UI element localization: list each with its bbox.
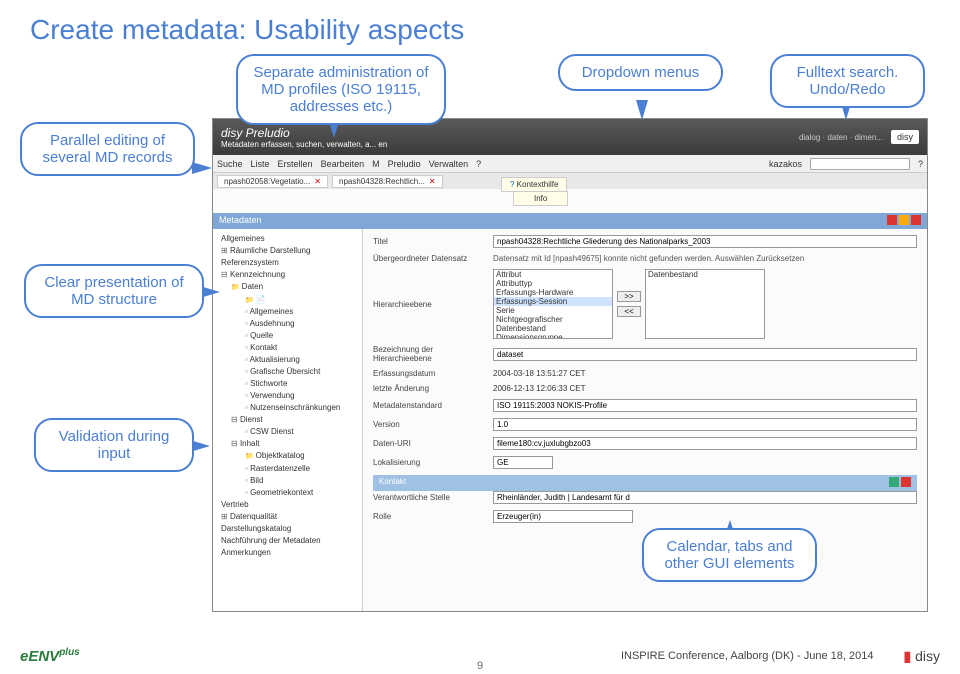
tree-node[interactable]: Bild bbox=[217, 475, 358, 487]
tree-node[interactable]: Grafische Übersicht bbox=[217, 366, 358, 378]
eenvplus-logo: eENVplus bbox=[20, 647, 80, 665]
label: Hierarchieebene bbox=[373, 300, 493, 309]
tree-node[interactable]: Dienst bbox=[217, 414, 358, 426]
menu-item[interactable]: M bbox=[372, 159, 380, 169]
callout-calendar: Calendar, tabs and other GUI elements bbox=[642, 528, 817, 582]
tab-bar: npash02058:Vegetatio...✕ npash04328:Rech… bbox=[213, 173, 927, 189]
tree-node[interactable]: Referenzsystem bbox=[217, 257, 358, 269]
tree-node[interactable]: Kontakt bbox=[217, 342, 358, 354]
app-tagline: dialog · daten · dimen... bbox=[799, 133, 883, 142]
tree-node[interactable]: Aktualisierung bbox=[217, 354, 358, 366]
callout-dropdown: Dropdown menus bbox=[558, 54, 723, 91]
tooltip-help: ? Kontexthilfe bbox=[501, 177, 567, 192]
pointer bbox=[192, 162, 212, 174]
menu-help-icon[interactable]: ? bbox=[476, 159, 481, 169]
tree-node[interactable]: Ausdehnung bbox=[217, 318, 358, 330]
designation-input[interactable] bbox=[493, 348, 917, 361]
title-input[interactable] bbox=[493, 235, 917, 248]
close-icon[interactable]: ✕ bbox=[429, 177, 436, 186]
toolbar-icons[interactable] bbox=[885, 215, 921, 227]
tab[interactable]: npash04328:Rechtlich...✕ bbox=[332, 175, 443, 188]
menubar: Suche Liste Erstellen Bearbeiten M Prelu… bbox=[213, 155, 927, 173]
menu-item[interactable]: Liste bbox=[251, 159, 270, 169]
section-header: Metadaten bbox=[213, 213, 927, 229]
tree-node[interactable]: Vertrieb bbox=[217, 499, 358, 511]
app-screenshot: disy Preludio Metadaten erfassen, suchen… bbox=[212, 118, 928, 612]
value: 2004-03-18 13:51:27 CET bbox=[493, 369, 917, 378]
tree-node[interactable]: Datenqualität bbox=[217, 511, 358, 523]
label: Rolle bbox=[373, 512, 493, 521]
tree-node[interactable]: Kennzeichnung bbox=[217, 269, 358, 281]
tree-node[interactable]: Räumliche Darstellung bbox=[217, 245, 358, 257]
app-subtitle: Metadaten erfassen, suchen, verwalten, a… bbox=[221, 140, 387, 149]
tree-node[interactable]: Darstellungskatalog bbox=[217, 523, 358, 535]
label: Erfassungsdatum bbox=[373, 369, 493, 378]
menu-item[interactable]: Bearbeiten bbox=[321, 159, 365, 169]
app-name: disy Preludio bbox=[221, 126, 387, 140]
lok-input[interactable] bbox=[493, 456, 553, 469]
callout-fulltext: Fulltext search. Undo/Redo bbox=[770, 54, 925, 108]
tree-node[interactable]: CSW Dienst bbox=[217, 426, 358, 438]
note: Datensatz mit Id [npash49675] konnte nic… bbox=[493, 254, 917, 263]
slide-title: Create metadata: Usability aspects bbox=[0, 0, 960, 52]
disy-logo: ▮ disy bbox=[903, 648, 940, 665]
tree-node[interactable]: Daten bbox=[217, 281, 358, 294]
user-label: kazakos bbox=[769, 159, 802, 169]
tree-node[interactable]: Anmerkungen bbox=[217, 547, 358, 559]
callout-separate: Separate administration of MD profiles (… bbox=[236, 54, 446, 125]
tree-node[interactable]: Verwendung bbox=[217, 390, 358, 402]
label: Lokalisierung bbox=[373, 458, 493, 467]
tree-node[interactable]: Allgemeines bbox=[217, 233, 358, 245]
value: 2006-12-13 12:06:33 CET bbox=[493, 384, 917, 393]
callout-clear: Clear presentation of MD structure bbox=[24, 264, 204, 318]
tree-node[interactable]: 📄 bbox=[217, 294, 358, 307]
label: Daten-URI bbox=[373, 439, 493, 448]
tree-node[interactable]: Rasterdatenzelle bbox=[217, 463, 358, 475]
pointer bbox=[636, 100, 648, 120]
label: Übergeordneter Datensatz bbox=[373, 254, 493, 263]
mdstd-input[interactable] bbox=[493, 399, 917, 412]
label: Verantwortliche Stelle bbox=[373, 493, 493, 502]
menu-item[interactable]: Preludio bbox=[388, 159, 421, 169]
move-right-button[interactable]: >> bbox=[617, 291, 641, 302]
menu-item[interactable]: Verwalten bbox=[429, 159, 469, 169]
tree-node[interactable]: Objektkatalog bbox=[217, 450, 358, 463]
tree-node[interactable]: Stichworte bbox=[217, 378, 358, 390]
listbox-left[interactable]: AttributAttributtypErfassungs-Hardware E… bbox=[493, 269, 613, 339]
tree-node[interactable]: Inhalt bbox=[217, 438, 358, 450]
label: Metadatenstandard bbox=[373, 401, 493, 410]
search-input[interactable] bbox=[810, 158, 910, 170]
tree-nav[interactable]: Allgemeines Räumliche Darstellung Refere… bbox=[213, 229, 363, 611]
label: Titel bbox=[373, 237, 493, 246]
tab[interactable]: npash02058:Vegetatio...✕ bbox=[217, 175, 328, 188]
rolle-input[interactable] bbox=[493, 510, 633, 523]
uri-input[interactable] bbox=[493, 437, 917, 450]
stelle-input[interactable] bbox=[493, 491, 917, 504]
listbox-right[interactable]: Datenbestand bbox=[645, 269, 765, 339]
tooltip-info: Info bbox=[513, 191, 568, 206]
menu-item[interactable]: Erstellen bbox=[278, 159, 313, 169]
callout-parallel: Parallel editing of several MD records bbox=[20, 122, 195, 176]
label: Version bbox=[373, 420, 493, 429]
tree-node[interactable]: Geometriekontext bbox=[217, 487, 358, 499]
app-logo: disy bbox=[891, 130, 919, 144]
tree-node[interactable]: Allgemeines bbox=[217, 306, 358, 318]
version-input[interactable] bbox=[493, 418, 917, 431]
page-number: 9 bbox=[477, 660, 483, 672]
move-left-button[interactable]: << bbox=[617, 306, 641, 317]
help-icon[interactable]: ? bbox=[918, 159, 923, 169]
tree-node[interactable]: Nachführung der Metadaten bbox=[217, 535, 358, 547]
close-icon[interactable]: ✕ bbox=[314, 177, 321, 186]
callout-validation: Validation during input bbox=[34, 418, 194, 472]
toolbar-icons[interactable] bbox=[887, 477, 911, 489]
label: letzte Änderung bbox=[373, 384, 493, 393]
label: Bezeichnung der Hierarchieebene bbox=[373, 345, 493, 363]
tree-node[interactable]: Nutzenseinschränkungen bbox=[217, 402, 358, 414]
menu-item[interactable]: Suche bbox=[217, 159, 243, 169]
tree-node[interactable]: Quelle bbox=[217, 330, 358, 342]
conference-info: INSPIRE Conference, Aalborg (DK) - June … bbox=[621, 650, 874, 662]
subsection-kontakt: Kontakt bbox=[373, 475, 917, 491]
